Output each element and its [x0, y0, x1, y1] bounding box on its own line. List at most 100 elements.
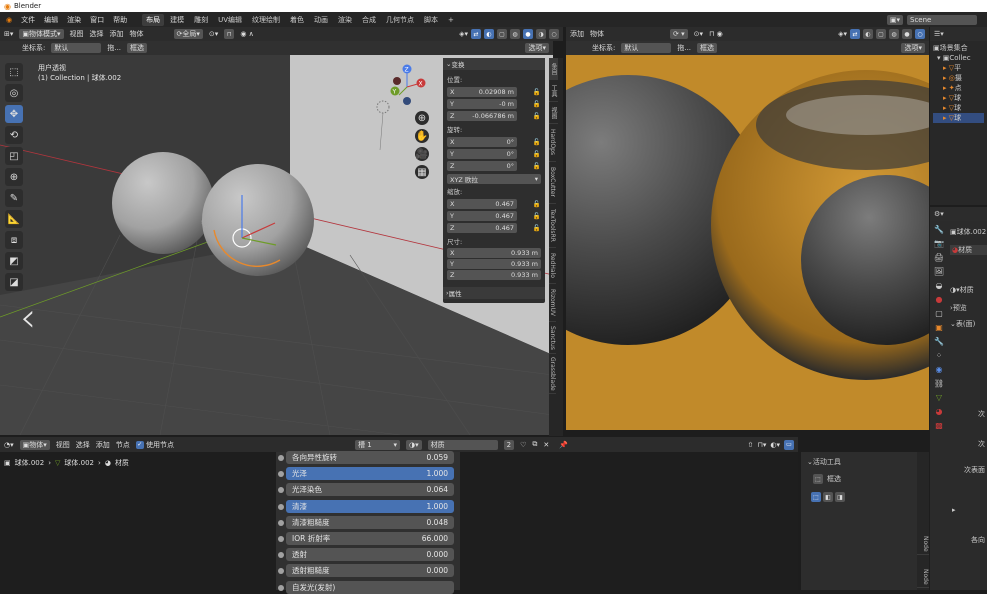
select-subtract-icon[interactable]: ◨ [835, 492, 845, 502]
rotation-mode-dropdown[interactable]: XYZ 欧拉 ▾ [447, 174, 541, 184]
render-xray-icon[interactable]: ▢ [876, 29, 886, 39]
expand-arrow-icon[interactable]: ▸ [950, 505, 987, 515]
particles-tab-icon[interactable]: ⁘ [936, 351, 943, 360]
modifier-tab-icon[interactable]: 🔧 [934, 337, 944, 346]
location-z-field[interactable]: Z -0.066786 m [447, 111, 517, 121]
tab-redhalo[interactable]: RedHalo [549, 248, 556, 284]
bsdf-input-row[interactable]: 清漆粗糙度 0.048 [286, 515, 454, 529]
menu-window[interactable]: 窗口 [90, 15, 104, 25]
location-x-field[interactable]: X 0.02908 m [447, 87, 517, 97]
render-options-dropdown[interactable]: 选项 ▾ [901, 43, 925, 53]
lock-icon[interactable]: 🔓 [533, 138, 541, 146]
chevron-left-icon[interactable]: ‹ [20, 295, 36, 341]
active-tool-header[interactable]: ⌄ 活动工具 [801, 456, 929, 468]
dimensions-y-field[interactable]: Y 0.933 m [447, 259, 541, 269]
scene-selector[interactable]: Scene [907, 14, 977, 25]
tool-tab-icon[interactable]: 🔧 [934, 225, 944, 234]
lock-icon[interactable]: 🔓 [533, 112, 541, 120]
node-sidebar-icon[interactable]: ▭ [784, 439, 794, 450]
select-extend-icon[interactable]: ◧ [823, 492, 833, 502]
mode-selector[interactable]: ▣ 物体模式 ▾ [19, 29, 64, 39]
principled-bsdf-node[interactable]: 各向异性旋转 0.059 光泽 1.000 光泽染色 0.064 清漆 1.000 清漆粗糙度 0… [276, 451, 460, 594]
node-menu-add[interactable]: 添加 [96, 440, 110, 450]
tab-node-2[interactable]: Node [917, 567, 929, 588]
duplicate-icon[interactable]: ⧉ [532, 440, 537, 449]
render-tab-icon[interactable]: 📷 [934, 239, 944, 248]
viewport-menu-object[interactable]: 物体 [130, 29, 144, 39]
bsdf-input-row[interactable]: 光泽染色 0.064 [286, 483, 454, 497]
tab-sanctus[interactable]: Sanctus [549, 322, 556, 354]
render-gizmo-icon[interactable]: ⇄ [850, 29, 860, 39]
options-dropdown[interactable]: 选项 ▾ [525, 43, 549, 53]
rotation-x-field[interactable]: X 0° [447, 137, 517, 147]
render-menu-add[interactable]: 添加 [570, 29, 584, 39]
snap-node-icon[interactable]: ⊓▾ [757, 441, 766, 449]
render-wire-icon[interactable]: ◍ [889, 29, 899, 39]
workspace-tab-texture-paint[interactable]: 纹理绘制 [248, 14, 284, 26]
outliner-scene-collection[interactable]: ▣ 场景集合 [933, 43, 984, 53]
render-orientation-dropdown[interactable]: ⟳ ▾ [670, 29, 688, 39]
tab-rizomuv[interactable]: RizomUV [549, 284, 556, 322]
rotation-y-field[interactable]: Y 0° [447, 149, 517, 159]
pan-hand-icon[interactable]: ✋ [415, 129, 429, 143]
extra-tool-2-icon[interactable]: ◪ [5, 273, 23, 291]
tab-item[interactable]: 条目 [549, 58, 558, 80]
workspace-tab-animation[interactable]: 动画 [310, 14, 332, 26]
add-workspace-button[interactable]: + [444, 15, 458, 25]
tab-view[interactable]: 视图 [549, 102, 558, 124]
camera-view-icon[interactable]: 🎥 [415, 147, 429, 161]
rotate-tool-icon[interactable]: ⟲ [5, 126, 23, 144]
outliner-item[interactable]: ▸ ▽ 球 [933, 93, 984, 103]
material-browse[interactable]: ◑▾ 材质 [950, 285, 987, 295]
node-menu-view[interactable]: 视图 [56, 440, 70, 450]
workspace-tab-sculpt[interactable]: 雕刻 [190, 14, 212, 26]
preview-panel-header[interactable]: › 预览 [950, 303, 987, 313]
scale-tool-icon[interactable]: ◰ [5, 147, 23, 165]
outliner-editor-icon[interactable]: ☰▾ [934, 30, 944, 38]
material-name-field[interactable]: 材质 [427, 439, 498, 450]
tab-tool[interactable]: 工具 [549, 80, 558, 102]
render-menu-object[interactable]: 物体 [590, 29, 604, 39]
transform-section-header[interactable]: ⌄ 变换 [443, 58, 545, 70]
active-tool-row[interactable]: ⬚ 框选 [813, 474, 929, 484]
outliner-item[interactable]: ▸ ◎ 摄 [933, 73, 984, 83]
constraints-tab-icon[interactable]: ⛓ [934, 379, 944, 388]
tab-node[interactable]: Node [917, 534, 929, 555]
blender-menu-icon[interactable]: ◉ [6, 16, 12, 24]
collection-tab-icon[interactable]: ▢ [935, 309, 943, 318]
visibility-icon[interactable]: ◈▾ [459, 30, 468, 38]
editor-type-icon[interactable]: ⊞▾ [4, 30, 13, 38]
shading-render-icon[interactable]: ○ [549, 29, 559, 39]
gizmo-toggle-icon[interactable]: ⇄ [471, 29, 481, 39]
scale-y-field[interactable]: Y 0.467 [447, 211, 517, 221]
shading-wire-icon[interactable]: ◍ [510, 29, 520, 39]
lock-icon[interactable]: 🔓 [533, 212, 541, 220]
texture-tab-icon[interactable]: ▩ [935, 421, 943, 430]
node-menu-node[interactable]: 节点 [116, 440, 130, 450]
input-socket-icon[interactable] [278, 536, 284, 542]
material-users[interactable]: 2 [503, 439, 515, 450]
navigation-gizmo[interactable]: Z X Y [385, 63, 431, 109]
unlink-icon[interactable]: ✕ [543, 441, 549, 449]
measure-tool-icon[interactable]: 📐 [5, 210, 23, 228]
sphere-object[interactable] [112, 152, 214, 254]
input-socket-icon[interactable] [278, 503, 284, 510]
surface-panel-header[interactable]: ⌄ 表(面) [950, 319, 987, 329]
lock-icon[interactable]: 🔓 [533, 200, 541, 208]
material-tab-icon[interactable]: ◕ [936, 407, 943, 416]
scale-z-field[interactable]: Z 0.467 [447, 223, 517, 233]
coord-dropdown[interactable]: 默认 [51, 43, 102, 53]
overlay-toggle-icon[interactable]: ◐ [484, 29, 494, 39]
input-socket-icon[interactable] [278, 487, 284, 494]
add-cube-tool-icon[interactable]: ⧈ [5, 231, 23, 249]
bsdf-input-row[interactable]: 光泽 1.000 [286, 467, 454, 481]
select-box-tool-icon[interactable]: ⬚ [5, 63, 23, 81]
data-tab-icon[interactable]: ▽ [936, 393, 942, 402]
output-tab-icon[interactable]: 🖨 [934, 253, 944, 262]
viewport-menu-add[interactable]: 添加 [110, 29, 124, 39]
bsdf-input-row[interactable]: IOR 折射率 66.000 [286, 532, 454, 545]
node-editor-type-icon[interactable]: ◔▾ [4, 441, 14, 449]
xray-icon[interactable]: ▢ [497, 29, 507, 39]
physics-tab-icon[interactable]: ◉ [936, 365, 943, 374]
workspace-tab-shading[interactable]: 着色 [286, 14, 308, 26]
